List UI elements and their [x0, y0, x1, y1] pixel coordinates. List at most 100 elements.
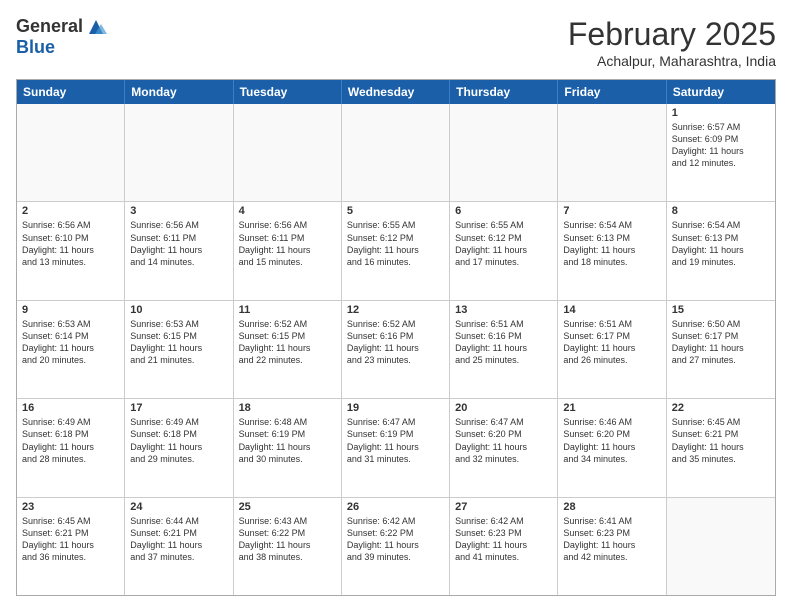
- day-number: 25: [239, 501, 336, 513]
- day-number: 18: [239, 402, 336, 414]
- week-row-3: 16Sunrise: 6:49 AM Sunset: 6:18 PM Dayli…: [17, 399, 775, 497]
- day-info: Sunrise: 6:48 AM Sunset: 6:19 PM Dayligh…: [239, 416, 336, 465]
- day-number: 15: [672, 304, 770, 316]
- location: Achalpur, Maharashtra, India: [568, 53, 776, 69]
- logo-icon: [85, 16, 107, 38]
- week-row-1: 2 Sunrise: 6:56 AM Sunset: 6:10 PM Daylig…: [17, 202, 775, 300]
- week-row-2: 9 Sunrise: 6:53 AM Sunset: 6:14 PM Daylig…: [17, 301, 775, 399]
- day-info: Sunrise: 6:54 AM Sunset: 6:13 PM Dayligh…: [672, 219, 770, 268]
- table-row: [450, 104, 558, 201]
- table-row: 6 Sunrise: 6:55 AM Sunset: 6:12 PM Daylig…: [450, 202, 558, 299]
- day-info: Sunrise: 6:53 AM Sunset: 6:14 PM Dayligh…: [22, 318, 119, 367]
- table-row: 19Sunrise: 6:47 AM Sunset: 6:19 PM Dayli…: [342, 399, 450, 496]
- table-row: [125, 104, 233, 201]
- header-day-thursday: Thursday: [450, 80, 558, 104]
- day-info: Sunrise: 6:56 AM Sunset: 6:11 PM Dayligh…: [130, 219, 227, 268]
- table-row: 1 Sunrise: 6:57 AM Sunset: 6:09 PM Daylig…: [667, 104, 775, 201]
- day-info: Sunrise: 6:46 AM Sunset: 6:20 PM Dayligh…: [563, 416, 660, 465]
- day-info: Sunrise: 6:55 AM Sunset: 6:12 PM Dayligh…: [347, 219, 444, 268]
- day-info: Sunrise: 6:45 AM Sunset: 6:21 PM Dayligh…: [22, 515, 119, 564]
- day-info: Sunrise: 6:44 AM Sunset: 6:21 PM Dayligh…: [130, 515, 227, 564]
- table-row: 14 Sunrise: 6:51 AM Sunset: 6:17 PM Dayli…: [558, 301, 666, 398]
- table-row: 11Sunrise: 6:52 AM Sunset: 6:15 PM Dayli…: [234, 301, 342, 398]
- day-number: 22: [672, 402, 770, 414]
- day-number: 2: [22, 205, 119, 217]
- day-info: Sunrise: 6:55 AM Sunset: 6:12 PM Dayligh…: [455, 219, 552, 268]
- table-row: 22Sunrise: 6:45 AM Sunset: 6:21 PM Dayli…: [667, 399, 775, 496]
- day-number: 5: [347, 205, 444, 217]
- header-day-monday: Monday: [125, 80, 233, 104]
- day-number: 1: [672, 107, 770, 119]
- day-info: Sunrise: 6:50 AM Sunset: 6:17 PM Dayligh…: [672, 318, 770, 367]
- table-row: 5 Sunrise: 6:55 AM Sunset: 6:12 PM Daylig…: [342, 202, 450, 299]
- day-number: 10: [130, 304, 227, 316]
- week-row-0: 1 Sunrise: 6:57 AM Sunset: 6:09 PM Daylig…: [17, 104, 775, 202]
- table-row: 26 Sunrise: 6:42 AM Sunset: 6:22 PM Dayli…: [342, 498, 450, 595]
- table-row: 28Sunrise: 6:41 AM Sunset: 6:23 PM Dayli…: [558, 498, 666, 595]
- table-row: 12Sunrise: 6:52 AM Sunset: 6:16 PM Dayli…: [342, 301, 450, 398]
- table-row: 25 Sunrise: 6:43 AM Sunset: 6:22 PM Dayli…: [234, 498, 342, 595]
- day-number: 23: [22, 501, 119, 513]
- day-number: 3: [130, 205, 227, 217]
- day-info: Sunrise: 6:41 AM Sunset: 6:23 PM Dayligh…: [563, 515, 660, 564]
- table-row: 27 Sunrise: 6:42 AM Sunset: 6:23 PM Dayli…: [450, 498, 558, 595]
- day-info: Sunrise: 6:53 AM Sunset: 6:15 PM Dayligh…: [130, 318, 227, 367]
- day-number: 8: [672, 205, 770, 217]
- day-info: Sunrise: 6:43 AM Sunset: 6:22 PM Dayligh…: [239, 515, 336, 564]
- table-row: 10 Sunrise: 6:53 AM Sunset: 6:15 PM Dayli…: [125, 301, 233, 398]
- logo-general: General: [16, 17, 83, 37]
- day-info: Sunrise: 6:57 AM Sunset: 6:09 PM Dayligh…: [672, 121, 770, 170]
- table-row: 16Sunrise: 6:49 AM Sunset: 6:18 PM Dayli…: [17, 399, 125, 496]
- day-number: 12: [347, 304, 444, 316]
- day-number: 27: [455, 501, 552, 513]
- day-number: 4: [239, 205, 336, 217]
- day-info: Sunrise: 6:47 AM Sunset: 6:20 PM Dayligh…: [455, 416, 552, 465]
- table-row: 8 Sunrise: 6:54 AM Sunset: 6:13 PM Daylig…: [667, 202, 775, 299]
- table-row: 20 Sunrise: 6:47 AM Sunset: 6:20 PM Dayli…: [450, 399, 558, 496]
- table-row: 2 Sunrise: 6:56 AM Sunset: 6:10 PM Daylig…: [17, 202, 125, 299]
- header-day-friday: Friday: [558, 80, 666, 104]
- calendar-header: SundayMondayTuesdayWednesdayThursdayFrid…: [17, 80, 775, 104]
- header-day-saturday: Saturday: [667, 80, 775, 104]
- header-day-tuesday: Tuesday: [234, 80, 342, 104]
- logo: General Blue: [16, 16, 107, 58]
- day-info: Sunrise: 6:47 AM Sunset: 6:19 PM Dayligh…: [347, 416, 444, 465]
- table-row: [667, 498, 775, 595]
- page: General Blue February 2025 Achalpur, Mah…: [0, 0, 792, 612]
- day-number: 13: [455, 304, 552, 316]
- day-info: Sunrise: 6:49 AM Sunset: 6:18 PM Dayligh…: [22, 416, 119, 465]
- day-info: Sunrise: 6:56 AM Sunset: 6:11 PM Dayligh…: [239, 219, 336, 268]
- day-number: 21: [563, 402, 660, 414]
- table-row: 3 Sunrise: 6:56 AM Sunset: 6:11 PM Daylig…: [125, 202, 233, 299]
- table-row: 17Sunrise: 6:49 AM Sunset: 6:18 PM Dayli…: [125, 399, 233, 496]
- table-row: 24 Sunrise: 6:44 AM Sunset: 6:21 PM Dayli…: [125, 498, 233, 595]
- day-info: Sunrise: 6:56 AM Sunset: 6:10 PM Dayligh…: [22, 219, 119, 268]
- day-info: Sunrise: 6:42 AM Sunset: 6:22 PM Dayligh…: [347, 515, 444, 564]
- day-number: 14: [563, 304, 660, 316]
- calendar-body: 1 Sunrise: 6:57 AM Sunset: 6:09 PM Daylig…: [17, 104, 775, 595]
- table-row: [558, 104, 666, 201]
- table-row: 18 Sunrise: 6:48 AM Sunset: 6:19 PM Dayli…: [234, 399, 342, 496]
- day-number: 20: [455, 402, 552, 414]
- day-number: 6: [455, 205, 552, 217]
- day-info: Sunrise: 6:54 AM Sunset: 6:13 PM Dayligh…: [563, 219, 660, 268]
- header-day-wednesday: Wednesday: [342, 80, 450, 104]
- header-day-sunday: Sunday: [17, 80, 125, 104]
- day-info: Sunrise: 6:51 AM Sunset: 6:17 PM Dayligh…: [563, 318, 660, 367]
- day-number: 24: [130, 501, 227, 513]
- month-title: February 2025: [568, 16, 776, 53]
- table-row: 7Sunrise: 6:54 AM Sunset: 6:13 PM Daylig…: [558, 202, 666, 299]
- table-row: 13 Sunrise: 6:51 AM Sunset: 6:16 PM Dayli…: [450, 301, 558, 398]
- week-row-4: 23 Sunrise: 6:45 AM Sunset: 6:21 PM Dayli…: [17, 498, 775, 595]
- day-number: 11: [239, 304, 336, 316]
- day-info: Sunrise: 6:49 AM Sunset: 6:18 PM Dayligh…: [130, 416, 227, 465]
- header: General Blue February 2025 Achalpur, Mah…: [16, 16, 776, 69]
- table-row: [17, 104, 125, 201]
- table-row: 15 Sunrise: 6:50 AM Sunset: 6:17 PM Dayli…: [667, 301, 775, 398]
- day-info: Sunrise: 6:51 AM Sunset: 6:16 PM Dayligh…: [455, 318, 552, 367]
- title-block: February 2025 Achalpur, Maharashtra, Ind…: [568, 16, 776, 69]
- table-row: 4 Sunrise: 6:56 AM Sunset: 6:11 PM Daylig…: [234, 202, 342, 299]
- day-number: 9: [22, 304, 119, 316]
- day-number: 26: [347, 501, 444, 513]
- day-info: Sunrise: 6:42 AM Sunset: 6:23 PM Dayligh…: [455, 515, 552, 564]
